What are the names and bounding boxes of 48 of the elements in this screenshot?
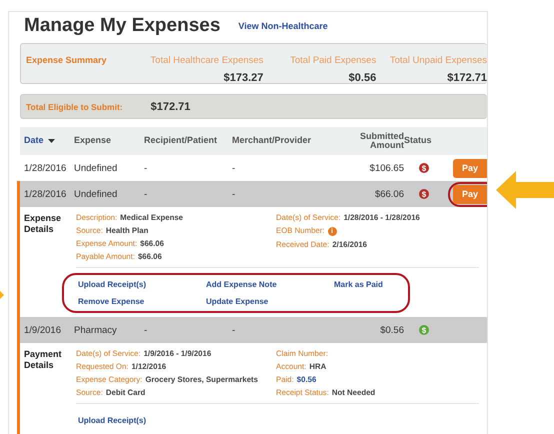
action-link[interactable]: Remove Expense [78, 297, 206, 306]
details-title: Payment Details [24, 349, 63, 372]
table-cell-text: - [144, 188, 148, 200]
expense-row[interactable]: 1/9/2016 Pharmacy - - $0.56 $ [17, 317, 487, 343]
status-icon: $ [419, 163, 429, 173]
expense-row[interactable]: 1/28/2016 Undefined - - $66.06 $ Pay [17, 181, 487, 207]
status-icon: $ [419, 325, 429, 335]
column-header[interactable]: Date [24, 136, 74, 146]
eligible-value: $172.71 [150, 100, 190, 112]
details-title: Expense Details [24, 213, 62, 236]
table-cell-text: 1/28/2016 [24, 188, 68, 200]
page-title: Manage My Expenses [24, 15, 220, 37]
arrow-icon [496, 171, 554, 209]
table-cell-text: - [144, 324, 148, 336]
column-header[interactable]: Recipient/Patient [144, 136, 232, 146]
column-header[interactable]: Submitted Amount [344, 132, 404, 150]
column-header[interactable]: Merchant/Provider [232, 136, 344, 146]
action-link[interactable]: Upload Receipt(s) [78, 280, 206, 289]
eligible-label: Total Eligible to Submit: [26, 102, 123, 112]
summary-item-label: Total Unpaid Expenses [390, 55, 487, 66]
arrow-icon [0, 291, 4, 299]
table-cell-text: Undefined [74, 162, 118, 174]
summary-item-label: Total Healthcare Expenses [150, 55, 264, 66]
table-cell-text: Pharmacy [74, 324, 118, 336]
summary-item-label: Total Paid Expenses [290, 55, 376, 66]
sort-caret-icon [48, 139, 55, 144]
table-cell-text: 1/9/2016 [24, 324, 62, 336]
summary-item-value: $173.27 [224, 72, 264, 84]
table-cell-text: $0.56 [379, 324, 404, 336]
summary-item-value: $172.71 [447, 72, 487, 84]
table-cell-text: - [144, 162, 148, 174]
action-link[interactable]: Upload Receipt(s) [78, 416, 206, 425]
table-cell-text: $106.65 [368, 162, 404, 174]
view-non-healthcare-link[interactable]: View Non-Healthcare [238, 21, 328, 31]
action-link[interactable]: Update Expense [206, 297, 334, 306]
table-cell-text: - [232, 162, 236, 174]
summary-label: Expense Summary [26, 54, 108, 67]
column-header[interactable]: Status [404, 136, 444, 146]
action-link[interactable]: Mark as Paid [334, 280, 398, 289]
status-icon: $ [419, 189, 429, 199]
table-cell-text: Undefined [74, 188, 118, 200]
table-cell-text: - [232, 188, 236, 200]
column-header[interactable]: Expense [74, 136, 144, 146]
table-cell-text: - [232, 324, 236, 336]
table-cell-text: $66.06 [374, 188, 404, 200]
summary-item-value: $0.56 [348, 72, 376, 84]
table-cell-text: 1/28/2016 [24, 162, 68, 174]
action-link[interactable]: Add Expense Note [206, 280, 334, 289]
